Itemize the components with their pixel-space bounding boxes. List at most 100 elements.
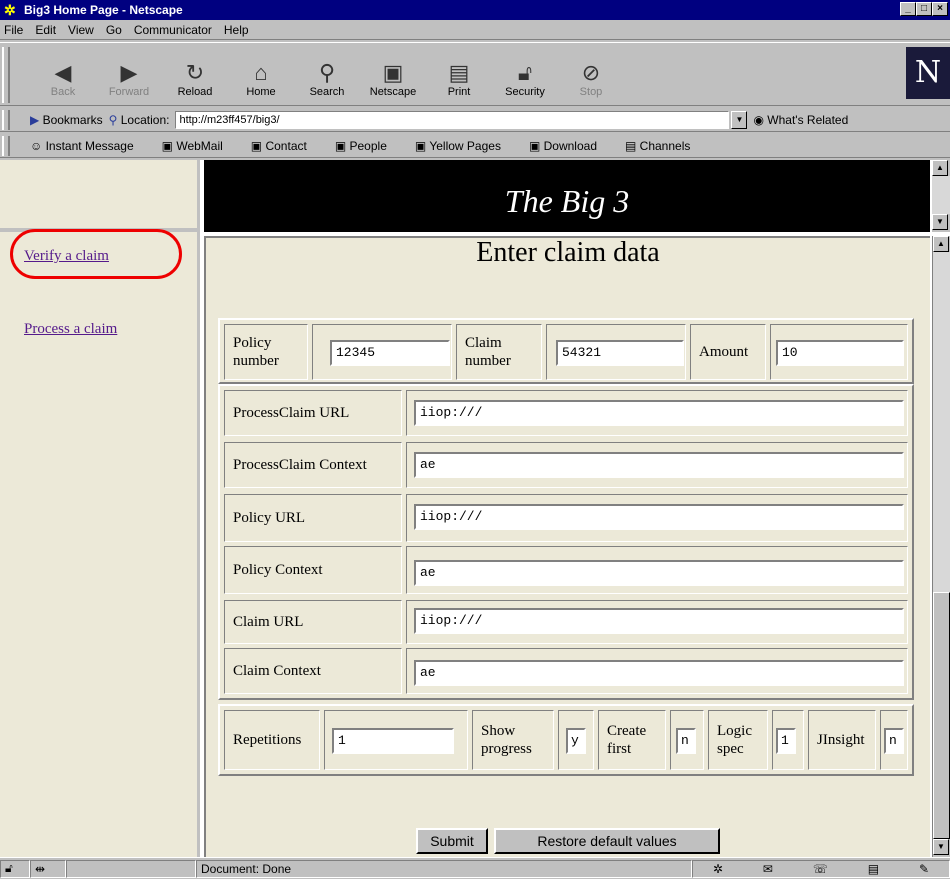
menu-communicator[interactable]: Communicator <box>134 23 212 37</box>
claim-info-table: Policy number 12345 Claim number 54321 A… <box>218 318 914 384</box>
create-first-input[interactable]: n <box>676 728 696 754</box>
home-icon: ⌂ <box>254 60 268 85</box>
personal-grip[interactable] <box>2 136 10 156</box>
main-scroll-down-arrow[interactable]: ▼ <box>933 839 949 855</box>
print-icon: ▤ <box>448 60 470 85</box>
webmail-link[interactable]: ▣ WebMail <box>162 139 237 153</box>
home-button[interactable]: ⌂ Home <box>228 46 294 102</box>
bookmarks-icon: ▶ <box>30 112 40 127</box>
restore-defaults-button[interactable]: Restore default values <box>494 828 720 854</box>
lock-icon: 🔓︎ <box>517 60 533 85</box>
whats-related-button[interactable]: ◉ What's Related <box>753 113 848 127</box>
channels-link[interactable]: ▤ Channels <box>625 139 704 153</box>
title-bar: ✲ Big3 Home Page - Netscape _ □ × <box>0 0 950 20</box>
scroll-up-arrow[interactable]: ▲ <box>932 160 948 176</box>
component-bar: ✲ ✉ ☏ ▤ ✎ <box>692 859 950 878</box>
claim-context-label: Claim Context <box>224 648 402 694</box>
banner-title: The Big 3 <box>504 183 630 219</box>
netscape-logo[interactable]: N <box>906 47 950 99</box>
discussions-icon[interactable]: ☏ <box>813 862 828 876</box>
reload-button[interactable]: ↻ Reload <box>162 46 228 102</box>
page-heading: Enter claim data <box>476 237 660 268</box>
process-claim-link[interactable]: Process a claim <box>24 321 117 338</box>
submit-button[interactable]: Submit <box>416 828 488 854</box>
back-button[interactable]: ◀ Back <box>30 46 96 102</box>
back-arrow-icon: ◀ <box>54 60 72 85</box>
processclaim-url-label: ProcessClaim URL <box>224 390 402 436</box>
show-progress-input[interactable]: y <box>566 728 586 754</box>
navigation-toolbar: ◀ Back ▶ Forward ↻ Reload ⌂ Home ⚲ Search ▣ Ne… <box>0 42 950 106</box>
print-button[interactable]: ▤ Print <box>426 46 492 102</box>
connection-icon: ⇹ <box>30 859 66 878</box>
processclaim-url-input[interactable]: iiop:/// <box>414 400 904 426</box>
banner-frame: The Big 3 <box>204 160 930 232</box>
claim-number-input[interactable]: 54321 <box>556 340 684 366</box>
status-bar: 🔓︎ ⇹ Document: Done ✲ ✉ ☏ ▤ ✎ <box>0 857 950 879</box>
repetitions-input[interactable]: 1 <box>332 728 454 754</box>
location-icon: ⚲ <box>108 112 118 127</box>
edit-icon[interactable]: ✎ <box>919 862 929 876</box>
location-grip[interactable] <box>2 110 10 130</box>
jinsight-input[interactable]: n <box>884 728 904 754</box>
navigator-icon[interactable]: ✲ <box>713 862 723 876</box>
progress-bar <box>66 859 196 878</box>
show-progress-label: Show progress <box>472 710 554 770</box>
window-title: Big3 Home Page - Netscape <box>24 3 183 17</box>
claim-number-label: Claim number <box>456 324 542 380</box>
netscape-button[interactable]: ▣ Netscape <box>360 46 426 102</box>
menu-file[interactable]: File <box>4 23 23 37</box>
people-link[interactable]: ▣ People <box>335 139 401 153</box>
bookmarks-button[interactable]: ▶ Bookmarks <box>30 113 103 127</box>
claim-context-input[interactable]: ae <box>414 660 904 686</box>
policy-url-input[interactable]: iiop:/// <box>414 504 904 530</box>
nav-frame-header <box>0 160 197 232</box>
location-label: ⚲ Location: <box>108 112 170 127</box>
download-link[interactable]: ▣ Download <box>529 139 611 153</box>
related-icon: ◉ <box>753 112 764 127</box>
menu-go[interactable]: Go <box>106 23 122 37</box>
logic-spec-input[interactable]: 1 <box>776 728 796 754</box>
yellow-pages-link[interactable]: ▣ Yellow Pages <box>415 139 515 153</box>
banner-scrollbar[interactable]: ▲ ▼ <box>932 160 950 232</box>
main-scrollbar[interactable]: ▲ ▼ <box>932 236 950 857</box>
contact-link[interactable]: ▣ Contact <box>251 139 321 153</box>
policy-url-label: Policy URL <box>224 494 402 542</box>
amount-label: Amount <box>690 324 766 380</box>
processclaim-context-label: ProcessClaim Context <box>224 442 402 488</box>
menu-help[interactable]: Help <box>224 23 249 37</box>
jinsight-label: JInsight <box>808 710 876 770</box>
menu-edit[interactable]: Edit <box>35 23 56 37</box>
policy-context-label: Policy Context <box>224 546 402 594</box>
amount-input[interactable]: 10 <box>776 340 904 366</box>
minimize-button[interactable]: _ <box>900 2 916 16</box>
menu-view[interactable]: View <box>68 23 94 37</box>
security-button[interactable]: 🔓︎ Security <box>492 46 558 102</box>
forward-button[interactable]: ▶ Forward <box>96 46 162 102</box>
stop-button[interactable]: ⊘ Stop <box>558 46 624 102</box>
scroll-track[interactable] <box>933 252 950 592</box>
mail-icon[interactable]: ✉ <box>763 862 773 876</box>
toolbar-grip[interactable] <box>2 47 10 103</box>
search-icon: ⚲ <box>318 60 336 85</box>
scroll-down-arrow[interactable]: ▼ <box>932 214 948 230</box>
status-text: Document: Done <box>196 859 692 878</box>
composer-icon[interactable]: ▤ <box>868 862 879 876</box>
url-input[interactable]: http://m23ff457/big3/ <box>175 110 730 129</box>
logic-spec-label: Logic spec <box>708 710 768 770</box>
netscape-app-icon: ✲ <box>4 2 16 18</box>
url-dropdown-arrow[interactable]: ▼ <box>731 110 748 129</box>
search-button[interactable]: ⚲ Search <box>294 46 360 102</box>
instant-message-link[interactable]: ☺ Instant Message <box>30 139 148 153</box>
scroll-thumb[interactable] <box>933 592 950 839</box>
policy-context-input[interactable]: ae <box>414 560 904 586</box>
content-frames: Verify a claim Process a claim The Big 3… <box>0 160 950 857</box>
policy-number-input[interactable]: 12345 <box>330 340 450 366</box>
processclaim-context-input[interactable]: ae <box>414 452 904 478</box>
highlight-annotation <box>10 229 182 279</box>
netscape-icon: ▣ <box>382 60 404 85</box>
claim-url-input[interactable]: iiop:/// <box>414 608 904 634</box>
security-lock-icon[interactable]: 🔓︎ <box>0 859 30 878</box>
maximize-button[interactable]: □ <box>916 2 932 16</box>
main-scroll-up-arrow[interactable]: ▲ <box>933 236 949 252</box>
close-button[interactable]: × <box>932 2 948 16</box>
